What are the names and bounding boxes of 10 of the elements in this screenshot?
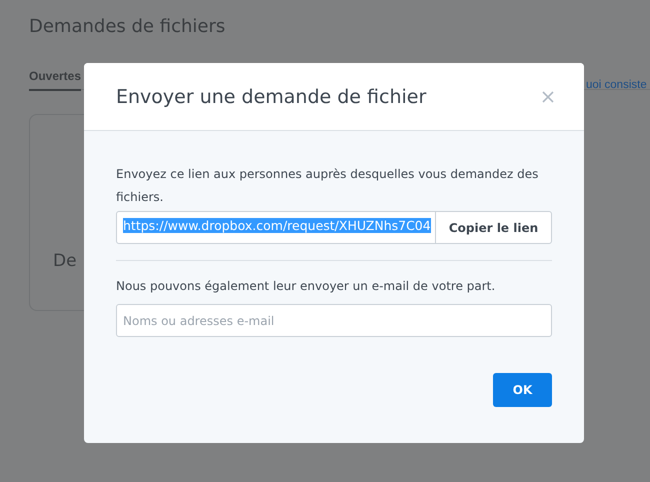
help-link[interactable]: uoi consiste: [586, 79, 647, 91]
email-field[interactable]: Noms ou adresses e-mail: [116, 304, 552, 337]
dialog-title: Envoyer une demande de fichier: [116, 86, 426, 108]
link-instructions: Envoyez ce lien aux personnes auprès desquelles vous demandez des fichiers.: [116, 166, 540, 206]
close-icon[interactable]: [542, 90, 554, 102]
page-title: Demandes de fichiers: [29, 16, 226, 37]
ok-button[interactable]: OK: [493, 373, 552, 407]
card-title: De: [53, 251, 77, 271]
tab[interactable]: Ouvertes: [29, 69, 82, 91]
email-instructions: Nous pouvons également leur envoyer un e-mail de votre part.: [116, 278, 496, 295]
